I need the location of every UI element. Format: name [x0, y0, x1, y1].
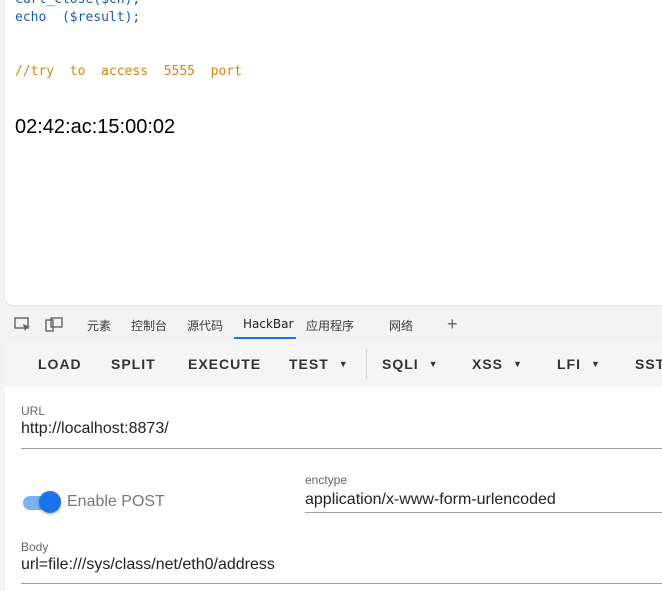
caret-down-icon: ▼ [513, 359, 523, 369]
code-comment: //try to access 5555 port [15, 64, 242, 79]
xss-menu-label: XSS [472, 356, 504, 372]
devtools-tab-bar: 元素 控制台 源代码 HackBar 应用程序 网络 + [0, 310, 662, 340]
enctype-select-underline [305, 512, 662, 513]
code-line: curl_close($ch); [15, 0, 140, 8]
inspect-element-icon[interactable] [14, 317, 32, 333]
body-input[interactable]: url=file:///sys/class/net/eth0/address [21, 556, 275, 574]
add-tab-button[interactable]: + [447, 314, 458, 335]
enable-post-label: Enable POST [67, 493, 165, 510]
test-menu-label: TEST [289, 356, 329, 372]
tab-hackbar[interactable]: HackBar [243, 317, 293, 331]
tab-network[interactable]: 网络 [389, 317, 413, 334]
url-label: URL [21, 404, 46, 418]
lfi-menu-label: LFI [557, 356, 581, 372]
enctype-select[interactable]: application/x-www-form-urlencoded [305, 491, 556, 509]
split-button[interactable]: SPLIT [111, 356, 156, 372]
active-tab-indicator [234, 337, 296, 339]
url-input[interactable]: http://localhost:8873/ [21, 420, 169, 438]
caret-down-icon: ▼ [428, 359, 439, 369]
enable-post-toggle-thumb[interactable] [39, 491, 61, 513]
ssti-menu-button[interactable]: SST [635, 356, 662, 372]
tab-application[interactable]: 应用程序 [306, 317, 354, 334]
code-line: echo ($result); [15, 10, 141, 25]
device-toolbar-icon[interactable] [45, 317, 63, 333]
tab-elements[interactable]: 元素 [87, 317, 111, 334]
execute-button[interactable]: EXECUTE [188, 356, 261, 372]
web-page-content: curl_close($ch); echo ($result); //try t… [5, 0, 662, 305]
hackbar-toolbar: LOAD SPLIT EXECUTE TEST ▼ SQLI ▼ XSS ▼ LFI ▼… [5, 340, 662, 387]
hackbar-panel: LOAD SPLIT EXECUTE TEST ▼ SQLI ▼ XSS ▼ LFI ▼… [5, 340, 662, 591]
url-input-underline [21, 448, 662, 449]
sqli-menu-button[interactable]: SQLI ▼ [382, 356, 439, 372]
test-menu-button[interactable]: TEST ▼ [289, 356, 349, 372]
sqli-menu-label: SQLI [382, 356, 419, 372]
lfi-menu-button[interactable]: LFI ▼ [557, 356, 601, 372]
tab-sources[interactable]: 源代码 [187, 317, 223, 334]
enctype-label: enctype [305, 473, 348, 487]
caret-down-icon: ▼ [338, 359, 349, 369]
body-label: Body [21, 540, 49, 554]
tab-console[interactable]: 控制台 [131, 317, 167, 334]
page-output-text: 02:42:ac:15:00:02 [15, 116, 176, 138]
body-input-underline [21, 583, 662, 584]
load-button[interactable]: LOAD [38, 356, 82, 372]
toolbar-divider [366, 349, 367, 379]
xss-menu-button[interactable]: XSS ▼ [472, 356, 523, 372]
caret-down-icon: ▼ [591, 359, 601, 369]
